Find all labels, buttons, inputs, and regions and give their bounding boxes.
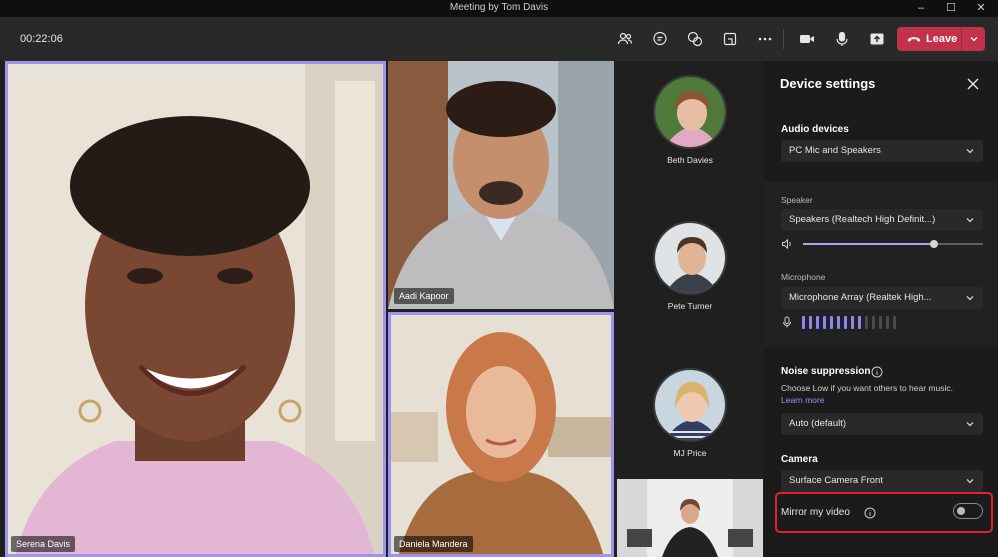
maximize-button[interactable]: ☐ <box>936 0 966 17</box>
mic-level-bar <box>837 316 840 329</box>
device-settings-panel: Device settings Audio devices PC Mic and… <box>764 61 998 557</box>
video-tile-serena[interactable]: Serena Davis <box>5 61 386 557</box>
audio-devices-heading: Audio devices <box>781 124 849 135</box>
video-stage: Serena Davis Aadi Kapoor Daniela Mandera <box>0 61 764 557</box>
microphone-select[interactable]: Microphone Array (Realtek High... <box>781 287 983 309</box>
mic-level-bar <box>823 316 826 329</box>
chat-button[interactable] <box>647 27 673 51</box>
microphone-label: Microphone <box>781 272 826 282</box>
close-window-button[interactable]: ✕ <box>966 0 996 17</box>
mic-level-bar <box>844 316 847 329</box>
title-bar: Meeting by Tom Davis – ☐ ✕ <box>0 0 998 17</box>
chevron-down-icon <box>966 422 974 427</box>
minimize-button[interactable]: – <box>906 0 936 17</box>
speaker-value: Speakers (Realtech High Definit...) <box>789 214 936 225</box>
mic-level-bar <box>893 316 896 329</box>
self-video <box>617 479 763 557</box>
mic-level-bar <box>879 316 882 329</box>
mic-level-bar <box>830 316 833 329</box>
more-icon <box>758 37 772 41</box>
daniela-video <box>388 312 614 557</box>
share-tray-button[interactable] <box>717 27 743 51</box>
mirror-video-highlight <box>775 492 993 533</box>
video-tile-daniela[interactable]: Daniela Mandera <box>388 312 614 557</box>
reactions-button[interactable] <box>682 27 708 51</box>
video-tile-aadi[interactable]: Aadi Kapoor <box>388 61 614 309</box>
audio-device-value: PC Mic and Speakers <box>789 145 881 156</box>
speaker-select[interactable]: Speakers (Realtech High Definit...) <box>781 209 983 231</box>
aadi-video <box>388 61 614 309</box>
learn-more-link[interactable]: Learn more <box>781 395 824 405</box>
audio-device-select[interactable]: PC Mic and Speakers <box>781 140 983 162</box>
mic-button[interactable] <box>829 27 855 51</box>
hang-up-icon <box>907 37 921 42</box>
serena-video <box>5 61 386 557</box>
mic-level-bar <box>872 316 875 329</box>
toolbar-divider <box>783 29 784 49</box>
camera-icon <box>800 35 814 43</box>
microphone-value: Microphone Array (Realtek High... <box>789 292 932 303</box>
chat-icon <box>653 31 667 46</box>
roster-name: Pete Turner <box>667 301 713 311</box>
microphone-icon <box>836 31 848 46</box>
leave-button[interactable]: Leave <box>897 27 961 51</box>
panel-title: Device settings <box>780 76 876 91</box>
close-panel-button[interactable] <box>964 75 982 93</box>
camera-heading: Camera <box>781 454 818 465</box>
noise-suppression-value: Auto (default) <box>789 418 847 429</box>
leave-button-group: Leave <box>897 27 985 51</box>
chevron-down-icon <box>970 37 977 42</box>
name-tag: Daniela Mandera <box>394 536 473 552</box>
noise-suppression-select[interactable]: Auto (default) <box>781 413 983 435</box>
mic-level-bar <box>858 316 861 329</box>
mic-level-bar <box>809 316 812 329</box>
share-screen-icon <box>870 33 884 45</box>
mic-level-bar <box>886 316 889 329</box>
avatar <box>653 75 727 149</box>
close-icon <box>967 78 979 90</box>
mic-level-bar <box>816 316 819 329</box>
people-icon <box>617 32 633 45</box>
chevron-down-icon <box>966 296 974 301</box>
mic-level-bar <box>802 316 805 329</box>
speaker-volume-slider[interactable] <box>803 240 983 248</box>
roster-item-mj[interactable]: MJ Price <box>616 368 764 458</box>
window-title: Meeting by Tom Davis <box>449 2 549 13</box>
volume-fill <box>803 243 935 245</box>
meeting-timer: 00:22:06 <box>20 33 63 45</box>
roster-item-pete[interactable]: Pete Turner <box>616 221 764 311</box>
people-button[interactable] <box>612 27 638 51</box>
share-button[interactable] <box>864 27 890 51</box>
avatar <box>653 221 727 295</box>
leave-options-button[interactable] <box>962 34 985 44</box>
roster-name: Beth Davies <box>667 155 713 165</box>
meeting-toolbar: 00:22:06 Leave <box>0 17 998 61</box>
leave-label: Leave <box>926 33 958 45</box>
noise-suppression-description: Choose Low if you want others to hear mu… <box>781 382 971 406</box>
microphone-level-meter <box>802 316 896 329</box>
avatar <box>653 368 727 442</box>
roster-name: MJ Price <box>673 448 707 458</box>
chevron-down-icon <box>966 479 974 484</box>
mic-level-bar <box>865 316 868 329</box>
camera-select[interactable]: Surface Camera Front <box>781 470 983 492</box>
name-tag: Serena Davis <box>11 536 76 552</box>
mic-level-bar <box>851 316 854 329</box>
microphone-level-icon <box>783 316 791 328</box>
more-actions-button[interactable] <box>752 27 778 51</box>
noise-suppression-heading: Noise suppression <box>781 366 871 377</box>
name-tag: Aadi Kapoor <box>394 288 454 304</box>
camera-value: Surface Camera Front <box>789 475 883 486</box>
camera-button[interactable] <box>794 27 820 51</box>
roster-item-beth[interactable]: Beth Davies <box>616 75 764 165</box>
chevron-down-icon <box>966 218 974 223</box>
self-view-video[interactable] <box>617 479 763 557</box>
speaker-label: Speaker <box>781 195 813 205</box>
noise-description-text: Choose Low if you want others to hear mu… <box>781 383 953 393</box>
speaker-volume-icon <box>782 238 791 250</box>
info-icon[interactable] <box>871 366 883 378</box>
reactions-icon <box>687 31 703 47</box>
rooms-icon <box>723 32 737 46</box>
chevron-down-icon <box>966 149 974 154</box>
